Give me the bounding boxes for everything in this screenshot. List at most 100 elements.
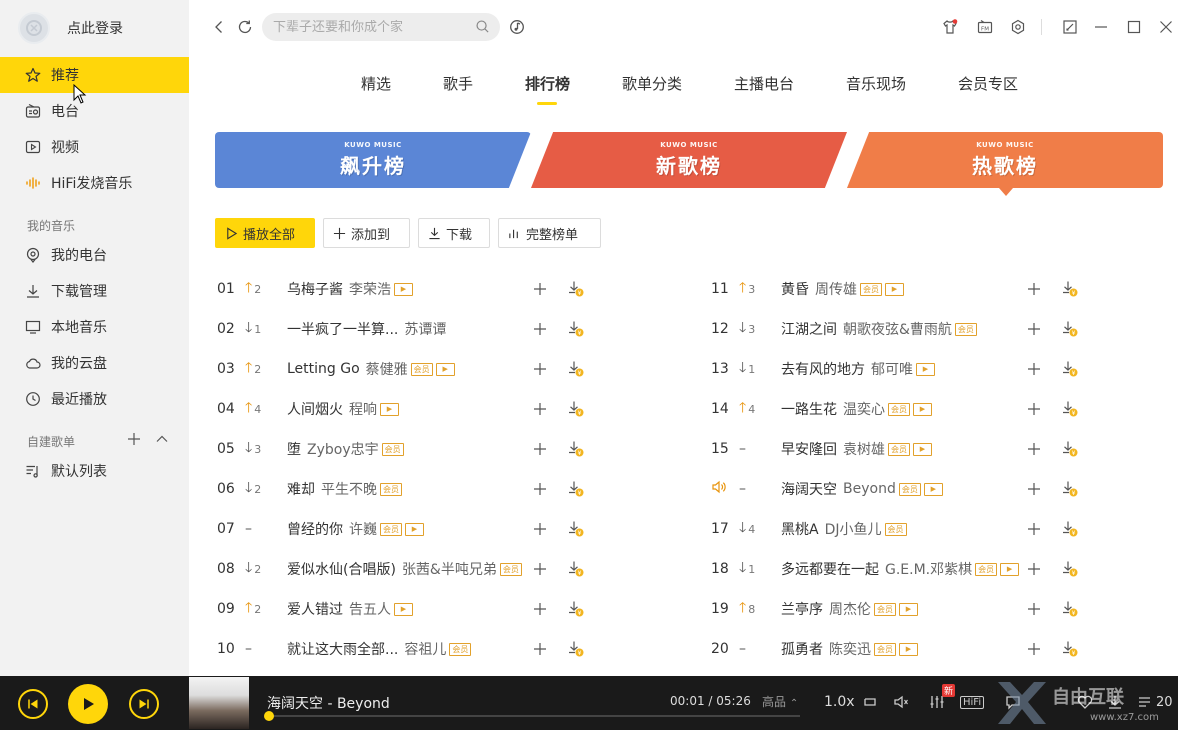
tab-charts[interactable]: 排行榜 — [525, 73, 570, 94]
song-artist[interactable]: 李荣浩 — [349, 279, 391, 299]
sidebar-item-radio[interactable]: 电台 — [0, 93, 189, 129]
download-song-button[interactable]: ¥ — [567, 320, 585, 338]
add-song-button[interactable] — [532, 321, 548, 337]
song-artist[interactable]: 张茜&半吨兄弟 — [402, 559, 497, 579]
song-artist[interactable]: Beyond — [843, 481, 896, 497]
add-song-button[interactable] — [532, 441, 548, 457]
song-row[interactable]: 10– 就让这大雨全部... 容祖儿 会员 ¥ — [217, 637, 677, 661]
fm-icon[interactable]: FM — [972, 14, 998, 40]
song-row[interactable]: 15– 早安隆回 袁树雄 会员 ▶ ¥ — [711, 437, 1171, 461]
add-song-button[interactable] — [1026, 361, 1042, 377]
avatar[interactable] — [18, 12, 50, 44]
quality-selector[interactable]: 高品 ⌃ — [762, 693, 798, 710]
settings-gear-icon[interactable] — [1005, 14, 1031, 40]
minimize-button[interactable] — [1088, 14, 1114, 40]
song-artist[interactable]: 周传雄 — [815, 279, 857, 299]
mv-icon[interactable]: ▶ — [394, 282, 413, 296]
download-song-button[interactable]: ¥ — [567, 360, 585, 378]
mv-icon[interactable]: ▶ — [916, 362, 935, 376]
add-song-button[interactable] — [1026, 561, 1042, 577]
sidebar-item-recent[interactable]: 最近播放 — [0, 381, 189, 417]
mv-icon[interactable]: ▶ — [913, 402, 932, 416]
song-artist[interactable]: DJ小鱼儿 — [825, 519, 882, 539]
search-box[interactable] — [262, 13, 500, 41]
song-artist[interactable]: 苏谭谭 — [404, 319, 446, 339]
add-song-button[interactable] — [1026, 401, 1042, 417]
play-pause-button[interactable] — [68, 684, 108, 724]
song-title[interactable]: 一路生花 — [781, 399, 837, 419]
sidebar-item-cloud[interactable]: 我的云盘 — [0, 345, 189, 381]
add-song-button[interactable] — [532, 281, 548, 297]
song-row[interactable]: 08 🡓 2 爱似水仙(合唱版) 张茜&半吨兄弟 会员 ¥ — [217, 557, 677, 581]
now-playing-title[interactable]: 海阔天空 - Beyond — [267, 693, 390, 713]
progress-bar[interactable] — [268, 715, 800, 717]
add-song-button[interactable] — [532, 641, 548, 657]
mv-icon[interactable]: ▶ — [923, 482, 943, 496]
chart-banner-soaring[interactable]: KUWO MUSIC 飙升榜 — [215, 132, 531, 188]
song-row[interactable]: 06 🡓 2 难却 平生不晚 会员 ¥ — [217, 477, 677, 501]
song-title[interactable]: 曾经的你 — [287, 519, 343, 539]
song-artist[interactable]: 郁可唯 — [871, 359, 913, 379]
sidebar-item-recommend[interactable]: 推荐 — [0, 57, 189, 93]
download-song-button[interactable]: ¥ — [1061, 400, 1079, 418]
song-title[interactable]: 江湖之间 — [781, 319, 837, 339]
download-song-button[interactable]: ¥ — [1061, 520, 1079, 538]
song-title[interactable]: 乌梅子酱 — [287, 279, 343, 299]
favorite-heart-icon[interactable] — [1076, 691, 1094, 713]
song-artist[interactable]: Zyboy忠宇 — [307, 439, 379, 459]
login-area[interactable]: 点此登录 — [18, 12, 123, 44]
download-song-button[interactable]: ¥ — [567, 600, 585, 618]
download-song-button[interactable]: ¥ — [1061, 560, 1079, 578]
song-row[interactable]: 12 🡓 3 江湖之间 朝歌夜弦&曹雨航 会员 ¥ — [711, 317, 1171, 341]
add-playlist-icon[interactable] — [126, 431, 142, 447]
mv-icon[interactable]: ▶ — [1000, 562, 1020, 576]
album-cover[interactable] — [189, 677, 249, 729]
sidebar-item-hifi[interactable]: HiFi发烧音乐 — [0, 165, 189, 201]
song-artist[interactable]: 容祖儿 — [404, 639, 446, 659]
add-song-button[interactable] — [532, 481, 548, 497]
mv-icon[interactable]: ▶ — [885, 282, 904, 296]
add-song-button[interactable] — [1026, 481, 1042, 497]
download-button[interactable]: 下载 — [418, 218, 490, 248]
tab-singers[interactable]: 歌手 — [443, 73, 473, 94]
download-song-button[interactable]: ¥ — [1061, 280, 1079, 298]
login-link[interactable]: 点此登录 — [67, 18, 123, 38]
song-artist[interactable]: 平生不晚 — [321, 479, 377, 499]
chart-banner-hot-songs[interactable]: KUWO MUSIC 热歌榜 — [847, 132, 1163, 188]
add-song-button[interactable] — [1026, 601, 1042, 617]
mv-icon[interactable]: ▶ — [435, 362, 455, 376]
chart-banner-new-songs[interactable]: KUWO MUSIC 新歌榜 — [531, 132, 847, 188]
song-title[interactable]: 黄昏 — [781, 279, 809, 299]
song-title[interactable]: 多远都要在一起 — [781, 559, 879, 579]
download-song-button[interactable]: ¥ — [567, 640, 585, 658]
tab-playlist-categories[interactable]: 歌单分类 — [622, 73, 682, 94]
song-artist[interactable]: 袁树雄 — [843, 439, 885, 459]
tab-live-music[interactable]: 音乐现场 — [846, 73, 906, 94]
skin-icon[interactable] — [937, 14, 963, 40]
song-artist[interactable]: 温奕心 — [843, 399, 885, 419]
download-song-button[interactable]: ¥ — [567, 520, 585, 538]
music-recognition-icon[interactable] — [504, 14, 530, 40]
download-song-button[interactable]: ¥ — [1061, 440, 1079, 458]
add-song-button[interactable] — [1026, 321, 1042, 337]
song-row[interactable]: 04 🡑 4 人间烟火 程响 ▶ ¥ — [217, 397, 677, 421]
mini-mode-icon[interactable] — [1057, 14, 1083, 40]
download-song-button[interactable]: ¥ — [1061, 600, 1079, 618]
collapse-chevron-icon[interactable] — [154, 431, 170, 447]
download-song-button[interactable]: ¥ — [567, 480, 585, 498]
back-button[interactable] — [206, 14, 232, 40]
song-row[interactable]: 01 🡑 2 乌梅子酱 李荣浩 ▶ ¥ — [217, 277, 677, 301]
sidebar-item-local-music[interactable]: 本地音乐 — [0, 309, 189, 345]
song-row[interactable]: 03 🡑 2 Letting Go 蔡健雅 会员 ▶ ¥ — [217, 357, 677, 381]
song-artist[interactable]: 周杰伦 — [829, 599, 871, 619]
song-title[interactable]: 孤勇者 — [781, 639, 823, 659]
song-title[interactable]: 堕 — [287, 439, 301, 459]
song-title[interactable]: 难却 — [287, 479, 315, 499]
add-song-button[interactable] — [1026, 641, 1042, 657]
search-input[interactable] — [273, 19, 463, 35]
search-icon[interactable] — [475, 19, 490, 38]
song-row[interactable]: 05 🡓 3 堕 Zyboy忠宇 会员 ¥ — [217, 437, 677, 461]
add-song-button[interactable] — [532, 561, 548, 577]
download-song-button[interactable]: ¥ — [567, 400, 585, 418]
song-row[interactable]: 17 🡓 4 黑桃A DJ小鱼儿 会员 ¥ — [711, 517, 1171, 541]
